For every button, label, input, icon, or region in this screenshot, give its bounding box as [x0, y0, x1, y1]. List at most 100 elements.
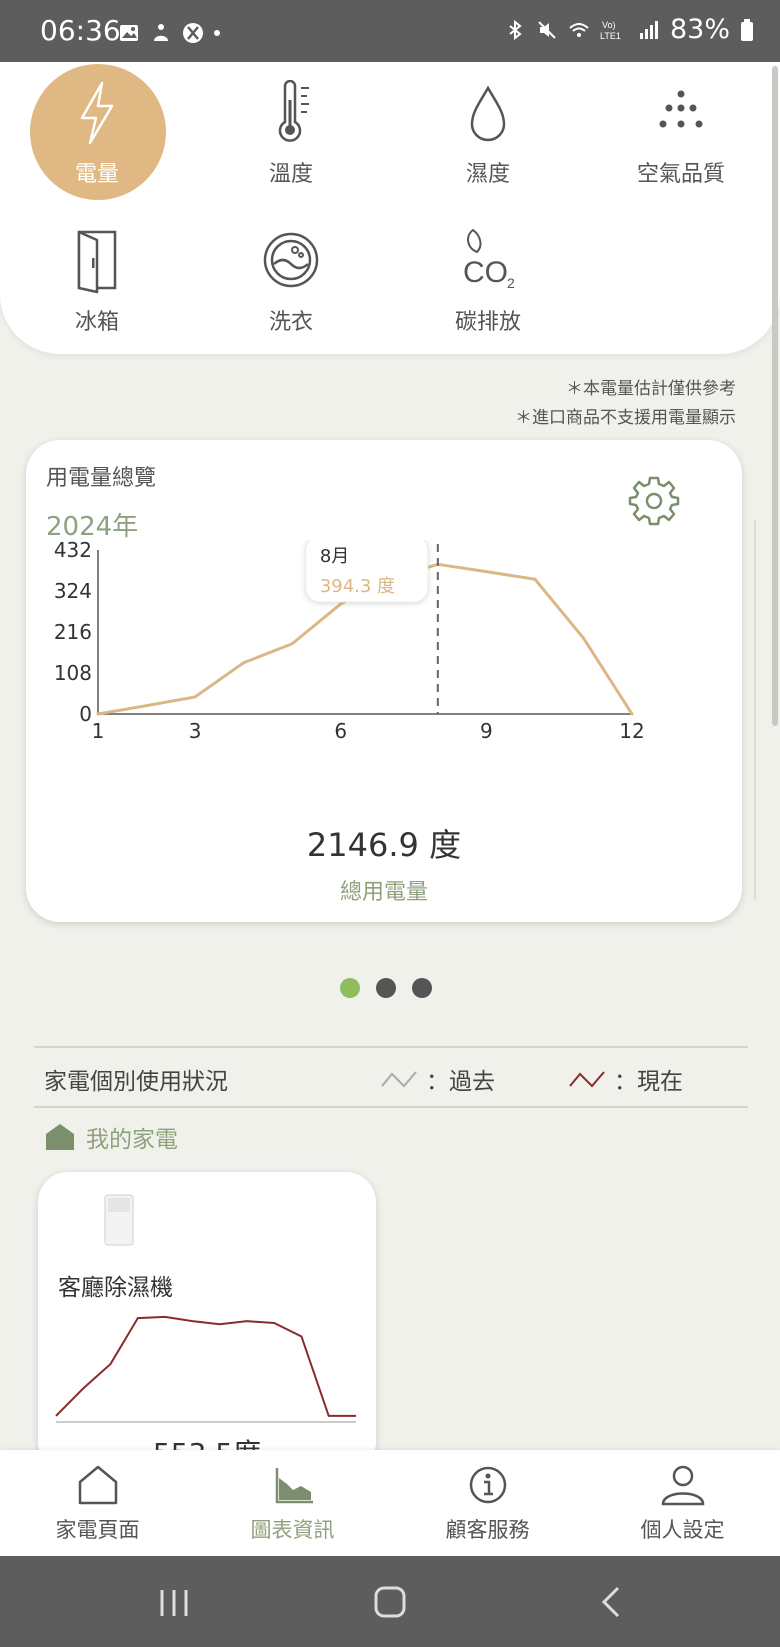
- y-tick-label: 432: [54, 540, 92, 562]
- data-point: [145, 704, 149, 708]
- info-icon: [469, 1466, 506, 1504]
- category-label: 電量: [74, 162, 119, 187]
- category-label: 冰箱: [74, 310, 119, 335]
- back-icon[interactable]: [594, 1584, 630, 1620]
- overview-title: 用電量總覽: [46, 466, 157, 491]
- past-line-icon: [381, 1071, 417, 1088]
- recent-apps-icon[interactable]: [156, 1584, 192, 1620]
- xbox-icon: [183, 23, 203, 43]
- category-electricity[interactable]: 電量: [12, 64, 182, 204]
- pager-dot[interactable]: [412, 978, 432, 998]
- scrollbar[interactable]: [772, 66, 778, 726]
- x-tick-label: 12: [619, 719, 644, 743]
- y-tick-label: 324: [54, 579, 92, 603]
- washer-icon: [263, 232, 319, 288]
- pager-dot[interactable]: [376, 978, 396, 998]
- svg-text:Vo): Vo): [602, 20, 616, 30]
- gallery-icon: [120, 25, 138, 41]
- volte-icon: Vo)LTE1: [600, 20, 621, 41]
- usage-overview-card[interactable]: 用電量總覽 2024年 432 324 216 108 0 1 3 6 9 12 8月 394.3 度…: [26, 440, 742, 922]
- category-laundry[interactable]: 洗衣: [206, 228, 376, 336]
- bluetooth-icon: [509, 19, 522, 40]
- appliance-name: 客廳除濕機: [58, 1275, 173, 1301]
- svg-text:LTE1: LTE1: [600, 31, 621, 41]
- battery-percent: 83%: [669, 14, 730, 45]
- nav-profile[interactable]: 個人設定: [585, 1464, 780, 1544]
- bottom-navigation: 家電頁面 圖表資訊 顧客服務 個人設定: [0, 1450, 780, 1556]
- carousel-pager[interactable]: [340, 978, 432, 998]
- pager-dot[interactable]: [340, 978, 360, 998]
- nav-home[interactable]: 家電頁面: [0, 1464, 195, 1544]
- overview-year[interactable]: 2024年: [46, 506, 138, 543]
- x-tick-label: 9: [480, 719, 493, 743]
- x-tick-label: 1: [92, 719, 105, 743]
- category-humidity[interactable]: 濕度: [403, 80, 573, 188]
- category-carbon[interactable]: CO 2 碳排放: [403, 228, 573, 336]
- disclaimer-note: ＊進口商品不支援用電量顯示: [515, 408, 736, 428]
- current-line-icon: [569, 1071, 605, 1088]
- appliance-card[interactable]: 客廳除濕機 553.5度: [38, 1172, 376, 1472]
- category-air-quality[interactable]: 空氣品質: [596, 80, 766, 188]
- tooltip-month: 8月: [320, 546, 349, 567]
- svg-text:2: 2: [507, 275, 515, 291]
- divider: [34, 1106, 748, 1108]
- next-card-edge: [754, 520, 756, 900]
- section-title: 家電個別使用狀況: [44, 1069, 228, 1095]
- category-temperature[interactable]: 溫度: [206, 79, 376, 188]
- dehumidifier-icon: [104, 1194, 134, 1246]
- svg-text:CO: CO: [463, 256, 508, 289]
- y-tick-label: 216: [54, 620, 92, 644]
- appliance-usage-header: 家電個別使用狀況 ：過去 ：現在: [34, 1048, 748, 1106]
- total-usage-label: 總用電量: [339, 880, 428, 905]
- more-notifications-dot: [214, 30, 220, 36]
- x-tick-label: 3: [189, 719, 202, 743]
- app-notification-icon: [154, 24, 168, 41]
- lightning-icon: [80, 81, 114, 145]
- status-bar: 06:36 Vo) LTE1 83%: [0, 0, 780, 62]
- y-tick-label: 108: [54, 661, 92, 685]
- system-navigation-bar: [0, 1556, 780, 1647]
- y-tick-label: 0: [79, 702, 92, 726]
- category-label: 碳排放: [454, 310, 521, 335]
- disclaimer-note: ＊本電量估計僅供參考: [566, 379, 736, 399]
- data-point: [581, 636, 585, 640]
- appliance-sparkline: [55, 1315, 356, 1423]
- data-point: [533, 577, 537, 581]
- legend-past: ：過去: [380, 1062, 495, 1096]
- category-label: 濕度: [465, 162, 510, 187]
- nav-customer-service[interactable]: 顧客服務: [390, 1464, 585, 1544]
- co2-icon: CO 2: [463, 228, 515, 291]
- signal-icon: [639, 20, 658, 39]
- x-tick-label: 6: [334, 719, 347, 743]
- data-point: [339, 602, 343, 606]
- chart-icon: [275, 1468, 313, 1504]
- home-icon: [78, 1465, 117, 1505]
- wifi-icon: [569, 22, 589, 37]
- usage-line-chart[interactable]: 432 324 216 108 01 3 6 9 12 8月 394.3 度: [26, 540, 742, 790]
- data-point: [630, 712, 634, 716]
- category-label: 溫度: [268, 162, 313, 187]
- nav-charts[interactable]: 圖表資訊: [195, 1464, 390, 1544]
- home-button-icon[interactable]: [372, 1584, 408, 1620]
- data-point: [484, 570, 488, 574]
- thermometer-icon: [278, 79, 309, 142]
- category-selector: 電量 溫度 濕度 空氣品質 冰箱 洗衣 CO 2 碳排放: [0, 62, 780, 354]
- data-point: [242, 661, 246, 665]
- sparkline-current: [55, 1315, 356, 1417]
- legend-now: ：現在: [568, 1062, 683, 1096]
- battery-icon: [741, 18, 753, 41]
- category-label: 洗衣: [268, 310, 313, 335]
- fridge-icon: [77, 230, 117, 294]
- settings-gear-icon[interactable]: [628, 474, 680, 526]
- data-point: [96, 712, 100, 716]
- house-icon: [46, 1124, 74, 1150]
- total-usage-value: 2146.9 度: [306, 826, 462, 864]
- person-icon: [661, 1465, 704, 1506]
- air-quality-icon: [659, 90, 703, 128]
- category-label: 空氣品質: [636, 162, 725, 187]
- my-appliances-header: 我的家電: [44, 1120, 178, 1154]
- mute-icon: [538, 20, 556, 39]
- category-fridge[interactable]: 冰箱: [12, 228, 182, 336]
- data-point: [193, 695, 197, 699]
- clock: 06:36: [40, 14, 121, 47]
